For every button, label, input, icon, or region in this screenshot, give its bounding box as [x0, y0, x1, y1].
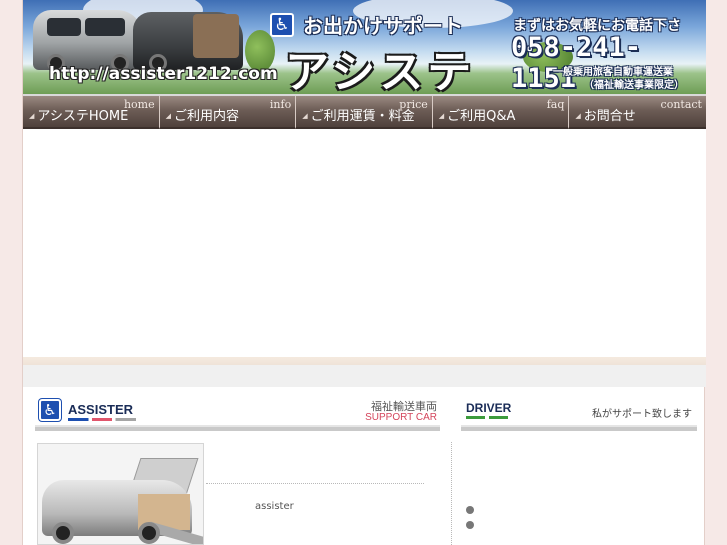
car-wheel-shape — [138, 522, 160, 544]
header-banner: http://assister1212.com ♿ お出かけサポート アシステ … — [23, 0, 706, 94]
triangle-bullet-icon: ◢ — [575, 112, 581, 120]
section-divider — [23, 357, 706, 365]
vertical-divider — [451, 442, 452, 545]
nav-item-jp-label: お問合せ — [583, 109, 636, 124]
driver-header-rule — [461, 425, 697, 431]
assister-caption: assister — [255, 501, 294, 512]
assister-header-rule — [35, 425, 440, 431]
nav-item-price[interactable]: price ◢ ご利用運賃・料金 — [296, 96, 433, 129]
license-line-2: （福祉輸送事業限定） — [584, 80, 684, 91]
triangle-bullet-icon: ◢ — [29, 112, 35, 120]
nav-item-info[interactable]: info ◢ ご利用内容 — [159, 96, 297, 129]
assister-title: ASSISTER — [68, 402, 134, 417]
title-underline-bars — [466, 416, 508, 419]
page-container: http://assister1212.com ♿ お出かけサポート アシステ … — [22, 0, 706, 545]
tagline: お出かけサポート — [303, 14, 463, 38]
nav-item-contact[interactable]: contact ◢ お問合せ — [569, 96, 706, 129]
assister-subtitle-en: SUPPORT CAR — [365, 412, 437, 423]
main-banner-area — [23, 129, 706, 357]
triangle-bullet-icon: ◢ — [438, 112, 445, 120]
support-car-photo[interactable] — [37, 443, 204, 545]
nav-item-en-label: home — [123, 98, 155, 111]
nav-item-en-label: faq — [546, 98, 565, 111]
triangle-bullet-icon: ◢ — [165, 112, 171, 120]
brand-name: アシステ — [285, 47, 476, 94]
driver-subtitle: 私がサポート致します — [592, 409, 692, 420]
nav-item-en-label: contact — [660, 98, 702, 111]
nav-item-jp-label: ご利用内容 — [173, 109, 239, 124]
nav-item-en-label: info — [269, 98, 292, 111]
wheelchair-icon: ♿ — [39, 399, 61, 421]
nav-item-jp-label: ご利用運賃・料金 — [310, 109, 415, 124]
list-bullet-icon — [466, 521, 474, 529]
driver-title: DRIVER — [466, 401, 512, 415]
wheelchair-icon: ♿ — [270, 13, 294, 37]
van-image-silver — [33, 10, 143, 72]
gray-band — [23, 365, 706, 387]
van-image-open — [133, 12, 243, 72]
site-url: http://assister1212.com — [49, 64, 278, 84]
triangle-bullet-icon: ◢ — [302, 112, 308, 120]
title-underline-bars — [68, 418, 136, 421]
dotted-separator — [206, 483, 424, 484]
main-nav: home ◢ アシステHOME info ◢ ご利用内容 price ◢ ご利用運賃・… — [23, 96, 706, 129]
car-wheel-shape — [52, 522, 74, 544]
nav-item-home[interactable]: home ◢ アシステHOME — [23, 96, 160, 129]
nav-item-jp-label: ご利用Q&A — [447, 109, 516, 124]
nav-item-jp-label: アシステHOME — [37, 109, 129, 124]
list-bullet-icon — [466, 506, 474, 514]
nav-item-faq[interactable]: faq ◢ ご利用Q&A — [432, 96, 570, 129]
